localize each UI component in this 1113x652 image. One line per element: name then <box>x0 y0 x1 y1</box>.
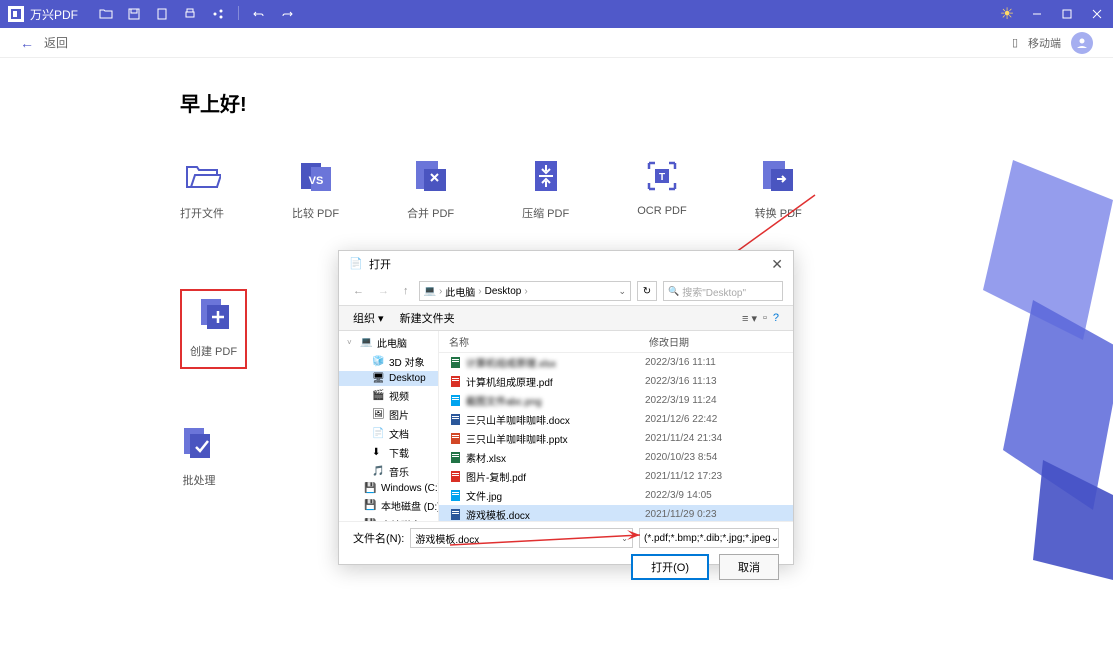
dialog-nav: ← → ↑ 💻 › 此电脑 › Desktop › ⌄ ↻ 🔍 搜索"Deskt… <box>339 277 793 305</box>
clipboard-icon[interactable] <box>154 6 170 22</box>
refresh-icon[interactable]: ↻ <box>637 281 657 301</box>
action-label: 比较 PDF <box>292 205 339 221</box>
file-row[interactable]: 游戏模板.docx2021/11/29 0:23 <box>439 505 793 521</box>
save-icon[interactable] <box>126 6 142 22</box>
action-label: 合并 PDF <box>407 205 454 221</box>
sidebar-item[interactable]: 💾本地磁盘 (D:) <box>339 496 438 515</box>
search-icon: 🔍 <box>668 286 679 297</box>
preview-icon[interactable]: ▫ <box>763 312 767 325</box>
mobile-label[interactable]: 移动端 <box>1028 35 1061 51</box>
action-label: 压缩 PDF <box>522 205 569 221</box>
breadcrumb-desktop[interactable]: Desktop <box>485 286 522 297</box>
open-button[interactable]: 打开(O) <box>631 554 709 580</box>
col-date-header[interactable]: 修改日期 <box>649 334 783 349</box>
annotation-arrow-2 <box>445 520 655 550</box>
sidebar-item[interactable]: ⬇下载 <box>339 443 438 462</box>
back-arrow-icon[interactable]: ← <box>20 35 34 51</box>
sidebar-item[interactable]: 🖥Desktop <box>339 371 438 386</box>
close-icon[interactable] <box>1089 6 1105 22</box>
file-row[interactable]: 素材.xlsx2020/10/23 8:54 <box>439 448 793 467</box>
cancel-button[interactable]: 取消 <box>719 554 779 580</box>
filetype-select[interactable]: (*.pdf;*.bmp;*.dib;*.jpg;*.jpeg ⌄ <box>639 528 779 548</box>
sidebar-item[interactable]: 📄文档 <box>339 424 438 443</box>
dialog-close-icon[interactable]: ✕ <box>771 256 783 273</box>
create-icon <box>195 295 233 333</box>
decorative-shapes <box>983 160 1113 585</box>
action-label: 创建 PDF <box>190 343 237 359</box>
action-compress-pdf[interactable]: 压缩 PDF <box>522 157 569 221</box>
redo-icon[interactable] <box>279 6 295 22</box>
app-logo-icon <box>8 6 24 22</box>
sidebar-item[interactable]: 💾本地磁盘 (E:) <box>339 515 438 521</box>
avatar[interactable] <box>1071 32 1093 54</box>
sidebar-item[interactable]: 🎬视频 <box>339 386 438 405</box>
file-row[interactable]: 计算机组成原理.xlsx2022/3/16 11:11 <box>439 353 793 372</box>
nav-back-icon[interactable]: ← <box>349 285 368 297</box>
greeting: 早上好! <box>180 88 933 117</box>
file-row[interactable]: 图片-复制.pdf2021/11/12 17:23 <box>439 467 793 486</box>
action-open-file[interactable]: 打开文件 <box>180 157 224 221</box>
nav-up-icon[interactable]: ↑ <box>399 285 413 297</box>
action-label: 批处理 <box>183 472 216 488</box>
breadcrumb-pc[interactable]: 此电脑 <box>445 284 475 299</box>
sun-icon[interactable]: ☀ <box>999 6 1015 22</box>
share-icon[interactable] <box>210 6 226 22</box>
titlebar-tool-icons <box>98 6 295 22</box>
mobile-icon[interactable]: ▯ <box>1012 36 1018 49</box>
file-open-dialog: 📄 打开 ✕ ← → ↑ 💻 › 此电脑 › Desktop › ⌄ ↻ 🔍 搜… <box>338 250 794 565</box>
nav-forward-icon[interactable]: → <box>374 285 393 297</box>
breadcrumb[interactable]: 💻 › 此电脑 › Desktop › ⌄ <box>419 281 632 301</box>
action-create-pdf[interactable]: 创建 PDF <box>180 289 247 369</box>
file-list-header: 名称 修改日期 <box>439 331 793 353</box>
dialog-sidebar: ˅💻此电脑🧊3D 对象🖥Desktop🎬视频🖼图片📄文档⬇下载🎵音乐💾Windo… <box>339 331 439 521</box>
col-name-header[interactable]: 名称 <box>449 334 649 349</box>
file-row[interactable]: 三只山羊咖啡咖啡.pptx2021/11/24 21:34 <box>439 429 793 448</box>
action-batch[interactable]: 批处理 <box>180 424 218 488</box>
sidebar-item[interactable]: 💾Windows (C:) <box>339 481 438 496</box>
batch-icon <box>180 424 218 462</box>
action-compare-pdf[interactable]: VS 比较 PDF <box>292 157 339 221</box>
print-icon[interactable] <box>182 6 198 22</box>
undo-icon[interactable] <box>251 6 267 22</box>
dialog-body: ˅💻此电脑🧊3D 对象🖥Desktop🎬视频🖼图片📄文档⬇下载🎵音乐💾Windo… <box>339 331 793 521</box>
top-toolbar: ← 返回 ▯ 移动端 <box>0 28 1113 58</box>
dialog-app-icon: 📄 <box>349 257 363 271</box>
dialog-title-text: 打开 <box>369 256 391 272</box>
action-merge-pdf[interactable]: 合并 PDF <box>407 157 454 221</box>
dialog-toolbar: 组织 ▾ 新建文件夹 ≡ ▾ ▫ ? <box>339 305 793 331</box>
title-bar: 万兴PDF ☀ <box>0 0 1113 28</box>
minimize-icon[interactable] <box>1029 6 1045 22</box>
compress-icon <box>527 157 565 195</box>
app-title: 万兴PDF <box>30 6 78 23</box>
file-row[interactable]: 三只山羊咖啡咖啡.docx2021/12/6 22:42 <box>439 410 793 429</box>
sidebar-item[interactable]: 🎵音乐 <box>339 462 438 481</box>
folder-open-icon <box>183 157 221 195</box>
file-row[interactable]: 截图文件abc.png2022/3/19 11:24 <box>439 391 793 410</box>
file-row[interactable]: 计算机组成原理.pdf2022/3/16 11:13 <box>439 372 793 391</box>
open-folder-icon[interactable] <box>98 6 114 22</box>
compare-icon: VS <box>297 157 335 195</box>
sidebar-item[interactable]: 🧊3D 对象 <box>339 352 438 371</box>
sidebar-item[interactable]: 🖼图片 <box>339 405 438 424</box>
dialog-titlebar: 📄 打开 ✕ <box>339 251 793 277</box>
search-input[interactable]: 🔍 搜索"Desktop" <box>663 281 783 301</box>
merge-icon <box>412 157 450 195</box>
filename-label: 文件名(N): <box>353 530 404 546</box>
file-row[interactable]: 文件.jpg2022/3/9 14:05 <box>439 486 793 505</box>
organize-menu[interactable]: 组织 ▾ <box>353 310 384 326</box>
search-placeholder: 搜索"Desktop" <box>682 284 746 299</box>
svg-text:T: T <box>659 172 665 183</box>
action-label: 打开文件 <box>180 205 224 221</box>
file-list: 名称 修改日期 计算机组成原理.xlsx2022/3/16 11:11计算机组成… <box>439 331 793 521</box>
help-icon[interactable]: ? <box>773 312 779 325</box>
chevron-down-icon[interactable]: ⌄ <box>771 533 779 544</box>
pc-icon: 💻 <box>424 286 436 297</box>
new-folder-btn[interactable]: 新建文件夹 <box>400 310 455 326</box>
sidebar-item[interactable]: ˅💻此电脑 <box>339 333 438 352</box>
svg-text:VS: VS <box>308 175 323 187</box>
view-list-icon[interactable]: ≡ ▾ <box>742 312 757 325</box>
back-label[interactable]: 返回 <box>44 34 68 51</box>
maximize-icon[interactable] <box>1059 6 1075 22</box>
